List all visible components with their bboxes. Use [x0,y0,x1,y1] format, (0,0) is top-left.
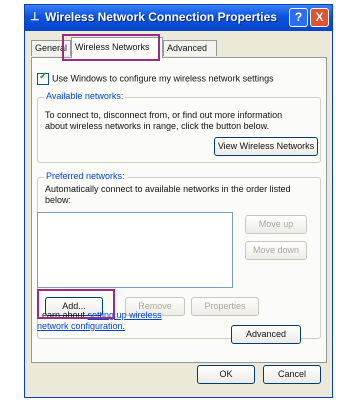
properties-button[interactable]: Properties [191,297,259,316]
learn-about-prefix: Learn about [37,310,88,320]
properties-dialog: ⊥ Wireless Network Connection Properties… [24,4,333,398]
help-button[interactable]: ? [289,8,308,27]
use-windows-label: Use Windows to configure my wireless net… [52,73,274,84]
preferred-text-line1: Automatically connect to available netwo… [45,184,291,194]
available-text-line2: about wireless networks in range, click … [45,121,270,131]
use-windows-row[interactable]: ✓ Use Windows to configure my wireless ne… [37,71,274,85]
preferred-text-line2: below: [45,195,72,205]
title-bar[interactable]: ⊥ Wireless Network Connection Properties… [25,5,332,31]
ok-button[interactable]: OK [197,365,255,384]
use-windows-checkbox[interactable]: ✓ [37,71,49,85]
move-up-button[interactable]: Move up [245,215,307,234]
learn-about-text: Learn about setting up wireless network … [37,310,187,332]
preferred-networks-legend: Preferred networks: [44,171,127,181]
available-text-line1: To connect to, disconnect from, or find … [45,110,283,120]
checkmark-icon: ✓ [39,71,48,82]
tab-strip: General Wireless Networks Advanced [31,37,327,58]
advanced-button[interactable]: Advanced [231,325,301,344]
preferred-networks-list[interactable] [37,212,233,288]
available-networks-legend: Available networks: [44,91,126,101]
tab-general[interactable]: General [31,40,71,56]
close-button[interactable]: X [310,8,329,27]
window-title: Wireless Network Connection Properties [45,10,277,24]
view-wireless-networks-button[interactable]: View Wireless Networks [214,137,318,156]
cancel-button[interactable]: Cancel [263,365,321,384]
move-down-button[interactable]: Move down [245,241,307,260]
tab-advanced[interactable]: Advanced [163,40,217,56]
available-networks-group: Available networks: To connect to, disco… [37,91,321,163]
network-icon: ⊥ [30,11,40,23]
tab-wireless-networks[interactable]: Wireless Networks [71,37,163,58]
